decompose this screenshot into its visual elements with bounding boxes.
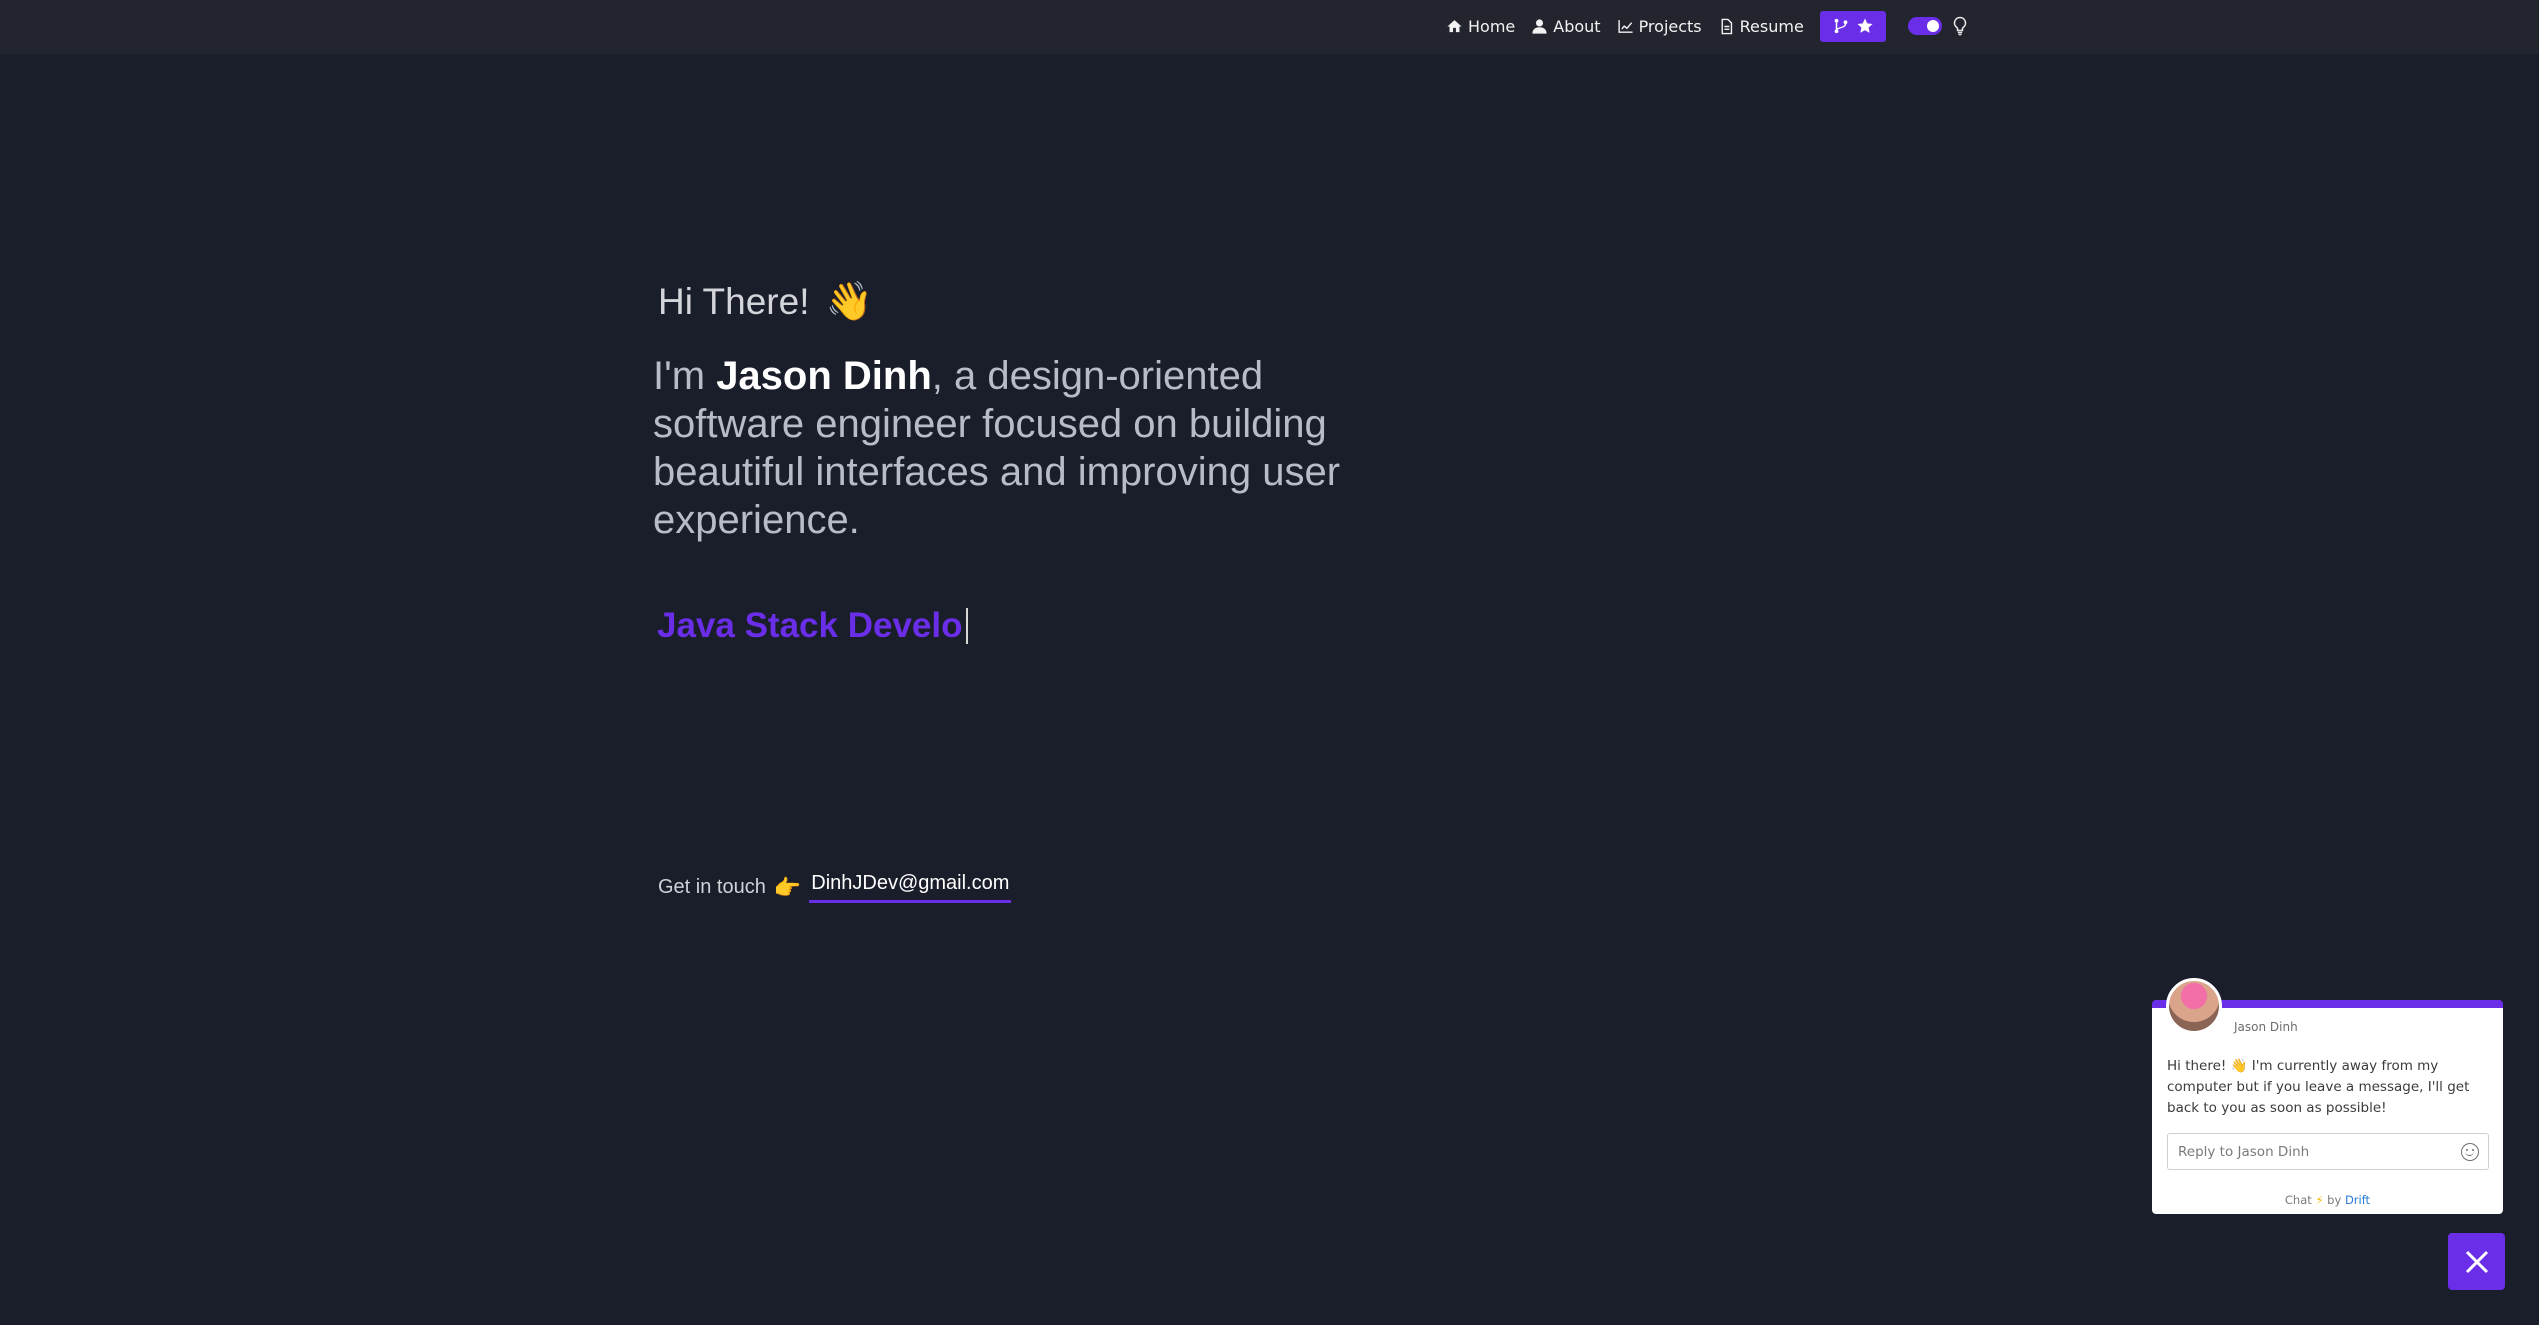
chat-footer-by: by <box>2327 1193 2342 1207</box>
chat-footer-prefix: Chat <box>2284 1193 2312 1207</box>
user-icon <box>1532 18 1547 34</box>
nav-home-label: Home <box>1468 16 1516 36</box>
contact-line: Get in touch 👉 DinhJDev@gmail.com <box>658 872 1012 903</box>
contact-label: Get in touch <box>658 876 766 898</box>
drift-link[interactable]: Drift <box>2345 1193 2370 1207</box>
lightning-icon: ⚡ <box>2315 1193 2324 1207</box>
nav-resume-label: Resume <box>1739 16 1804 36</box>
greeting-heading: Hi There! 👋 <box>658 280 873 324</box>
greeting-text: Hi There! <box>658 281 810 322</box>
theme-toggle[interactable] <box>1907 17 1942 35</box>
chat-message: Hi there! 👋 I'm currently away from my c… <box>2167 1058 2470 1116</box>
chat-footer: Chat ⚡ by Drift <box>2152 1193 2503 1207</box>
nav-about-link[interactable]: About <box>1531 16 1601 36</box>
nav-resume-link[interactable]: Resume <box>1718 17 1804 36</box>
chat-widget: Jason Dinh Hi there! 👋 I'm currently awa… <box>2152 978 2503 1214</box>
nav-home-link[interactable]: Home <box>1446 17 1515 36</box>
nav-projects-label: Projects <box>1638 16 1702 36</box>
toggle-knob <box>1926 20 1939 32</box>
nav-about-label: About <box>1553 16 1601 36</box>
waving-hand-icon: 👋 <box>825 281 873 323</box>
file-icon <box>1721 18 1732 34</box>
git-fork-icon <box>1834 18 1848 34</box>
chart-line-icon <box>1617 19 1633 33</box>
chat-reply-input[interactable]: Reply to Jason Dinh <box>2167 1133 2489 1170</box>
emoji-icon[interactable] <box>2461 1143 2479 1161</box>
pointing-hand-icon: 👉 <box>773 874 802 900</box>
avatar <box>2166 978 2222 1034</box>
intro-prefix: I'm <box>653 354 717 398</box>
typewriter-role: Java Stack Develo <box>657 606 969 646</box>
chat-sender-name: Jason Dinh <box>2234 1020 2298 1034</box>
navbar: Home About Projects Resume <box>0 0 2539 54</box>
nav-links: Home About Projects Resume <box>1446 0 1968 52</box>
typing-caret <box>966 608 969 644</box>
intro-name: Jason Dinh <box>716 354 932 398</box>
chat-reply-placeholder: Reply to Jason Dinh <box>2178 1143 2310 1160</box>
typed-text: Java Stack Develo <box>657 606 963 645</box>
nav-projects-link[interactable]: Projects <box>1617 17 1702 36</box>
lightbulb-icon <box>1952 16 1968 36</box>
intro-paragraph: I'm Jason Dinh, a design-oriented softwa… <box>653 352 1393 544</box>
close-icon <box>2465 1250 2488 1273</box>
star-icon <box>1857 18 1873 33</box>
chat-close-button[interactable] <box>2448 1233 2505 1290</box>
github-star-button[interactable] <box>1819 10 1886 42</box>
home-icon <box>1447 19 1462 32</box>
email-link[interactable]: DinhJDev@gmail.com <box>809 872 1012 903</box>
